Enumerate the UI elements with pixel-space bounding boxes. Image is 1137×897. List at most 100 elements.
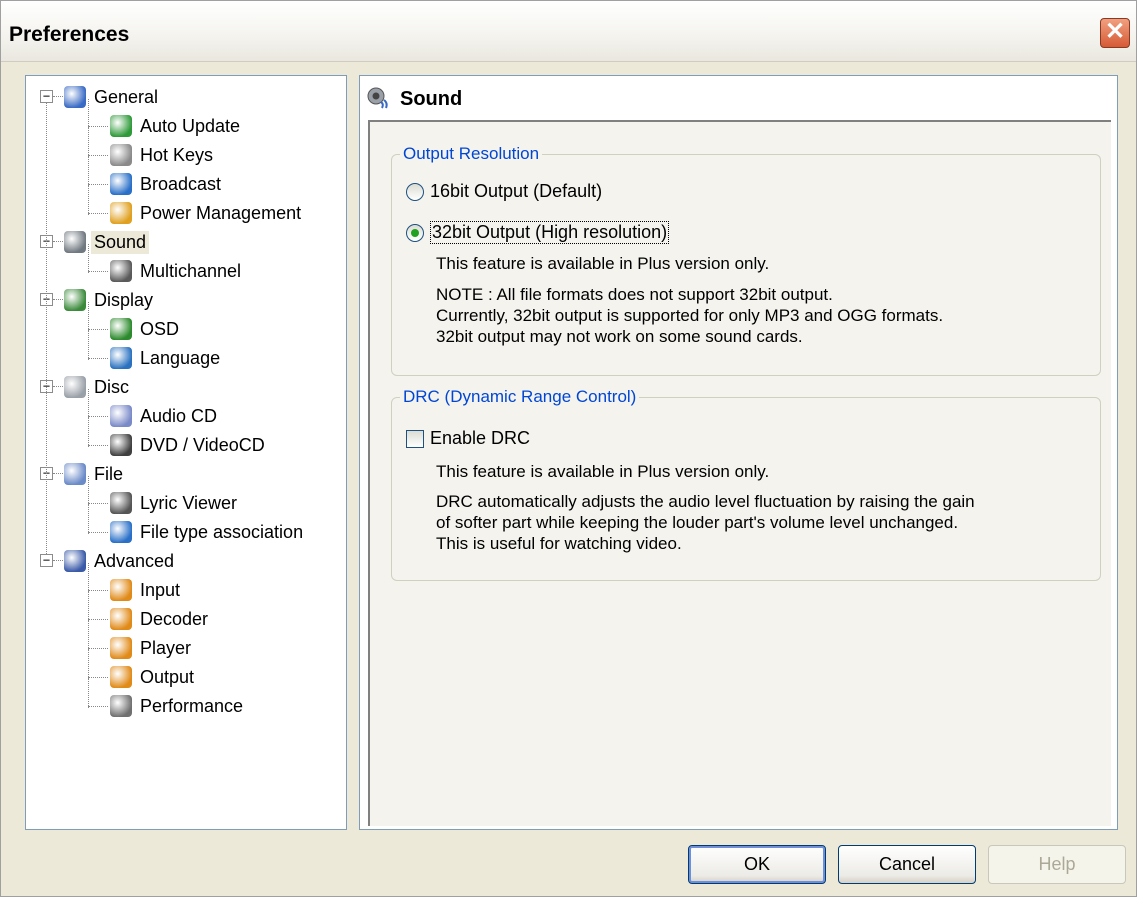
auto-update-icon: [110, 115, 132, 137]
tree-item-sound[interactable]: Sound: [64, 229, 150, 255]
tree-item-label[interactable]: Performance: [137, 695, 246, 718]
tree-connector: [53, 299, 63, 300]
tree-item-power-management[interactable]: Power Management: [110, 200, 304, 226]
tree-item-broadcast[interactable]: Broadcast: [110, 171, 224, 197]
tree-connector: [53, 473, 63, 474]
tree-item-advanced[interactable]: Advanced: [64, 548, 177, 574]
drc-plus-only-note: This feature is available in Plus versio…: [436, 462, 770, 481]
tree-item-dvd-videocd[interactable]: DVD / VideoCD: [110, 432, 268, 458]
tree-item-label[interactable]: Input: [137, 579, 183, 602]
radio-16bit-label[interactable]: 16bit Output (Default): [430, 181, 602, 202]
tree-item-label[interactable]: Audio CD: [137, 405, 220, 428]
radio-32bit-indicator[interactable]: [406, 223, 424, 242]
tree-connector: [88, 590, 108, 591]
tree-connector: [88, 677, 108, 678]
tree-item-label[interactable]: File: [91, 463, 126, 486]
tree-item-label[interactable]: Disc: [91, 376, 132, 399]
tree-item-output[interactable]: Output: [110, 664, 197, 690]
tree-item-disc[interactable]: Disc: [64, 374, 132, 400]
cube-icon: [110, 637, 132, 659]
collapse-toggle[interactable]: −: [40, 90, 53, 103]
tree-item-auto-update[interactable]: Auto Update: [110, 113, 243, 139]
radio-32bit[interactable]: 32bit Output (High resolution): [406, 221, 670, 244]
drc-desc-3: This is useful for watching video.: [436, 534, 682, 553]
tree-connector: [53, 386, 63, 387]
tree-item-display[interactable]: Display: [64, 287, 156, 313]
tree-connector: [88, 476, 89, 505]
plus-only-note: This feature is available in Plus versio…: [436, 254, 770, 273]
general-icon: [64, 86, 86, 108]
tree-item-multichannel[interactable]: Multichannel: [110, 258, 244, 284]
file-icon: [64, 463, 86, 485]
tree-item-file-type-association[interactable]: File type association: [110, 519, 306, 545]
enable-drc-label[interactable]: Enable DRC: [430, 428, 530, 449]
tree-item-label[interactable]: Output: [137, 666, 197, 689]
panel-body: Output Resolution 16bit Output (Default)…: [368, 120, 1111, 826]
tree-item-label[interactable]: Hot Keys: [137, 144, 216, 167]
enable-drc-checkbox[interactable]: Enable DRC: [406, 428, 530, 449]
sound-icon: [367, 87, 388, 109]
tree-item-decoder[interactable]: Decoder: [110, 606, 211, 632]
tree-item-label[interactable]: Power Management: [137, 202, 304, 225]
chip-icon: [110, 695, 132, 717]
tree-item-label[interactable]: Auto Update: [137, 115, 243, 138]
drc-desc-2: of softer part while keeping the louder …: [436, 513, 959, 532]
panel-header: Sound: [360, 76, 1117, 120]
tree-item-label[interactable]: Broadcast: [137, 173, 224, 196]
tree-item-label[interactable]: Lyric Viewer: [137, 492, 240, 515]
drc-desc-1: DRC automatically adjusts the audio leve…: [436, 492, 975, 511]
cube-icon: [110, 608, 132, 630]
display-icon: [64, 289, 86, 311]
tree-item-label[interactable]: OSD: [137, 318, 182, 341]
tree-item-input[interactable]: Input: [110, 577, 183, 603]
tree-connector: [88, 389, 89, 418]
tree-item-label[interactable]: DVD / VideoCD: [137, 434, 268, 457]
tree-item-player[interactable]: Player: [110, 635, 194, 661]
tree-item-label[interactable]: Multichannel: [137, 260, 244, 283]
tree-item-label[interactable]: Language: [137, 347, 223, 370]
tree-item-language[interactable]: Language: [110, 345, 223, 371]
tree-connector: [88, 128, 89, 157]
tree-item-label[interactable]: Decoder: [137, 608, 211, 631]
microphone-icon: [110, 492, 132, 514]
ok-button[interactable]: OK: [688, 845, 826, 884]
audio-cd-icon: [110, 405, 132, 427]
format-note-3: 32bit output may not work on some sound …: [436, 327, 803, 346]
radio-16bit-indicator[interactable]: [406, 182, 424, 201]
tree-connector: [88, 563, 89, 592]
broadcast-icon: [110, 173, 132, 195]
tree-item-general[interactable]: General: [64, 84, 161, 110]
tree-item-label[interactable]: Advanced: [91, 550, 177, 573]
radio-32bit-label[interactable]: 32bit Output (High resolution): [430, 221, 670, 244]
tree-connector: [88, 331, 89, 360]
tree-connector: [88, 505, 89, 534]
tree-connector: [88, 648, 108, 649]
tree-item-file[interactable]: File: [64, 461, 126, 487]
file-association-icon: [110, 521, 132, 543]
tree-item-lyric-viewer[interactable]: Lyric Viewer: [110, 490, 240, 516]
tree-item-label[interactable]: File type association: [137, 521, 306, 544]
tree-connector: [88, 184, 108, 185]
tree-item-performance[interactable]: Performance: [110, 693, 246, 719]
tree-item-label[interactable]: Display: [91, 289, 156, 312]
tree-item-osd[interactable]: OSD: [110, 316, 182, 342]
format-note-2: Currently, 32bit output is supported for…: [436, 306, 944, 325]
tree-item-label[interactable]: Sound: [91, 230, 150, 254]
tree-item-audio-cd[interactable]: Audio CD: [110, 403, 220, 429]
title-bar[interactable]: Preferences ✕: [1, 1, 1136, 62]
tree-item-label[interactable]: Player: [137, 637, 194, 660]
tree-connector: [53, 241, 63, 242]
close-button[interactable]: ✕: [1100, 18, 1130, 48]
category-tree[interactable]: General − Auto Update Hot Keys Broadcast Powe…: [25, 75, 347, 830]
tree-item-label[interactable]: General: [91, 86, 161, 109]
tree-connector: [88, 157, 89, 186]
collapse-toggle[interactable]: −: [40, 554, 53, 567]
enable-drc-box[interactable]: [406, 429, 424, 448]
format-note-1: NOTE : All file formats does not support…: [436, 285, 833, 304]
tree-connector: [88, 592, 89, 621]
radio-16bit[interactable]: 16bit Output (Default): [406, 181, 602, 202]
tree-connector: [53, 560, 63, 561]
cancel-button[interactable]: Cancel: [838, 845, 976, 884]
tree-item-hot-keys[interactable]: Hot Keys: [110, 142, 216, 168]
tree-connector: [88, 244, 89, 273]
